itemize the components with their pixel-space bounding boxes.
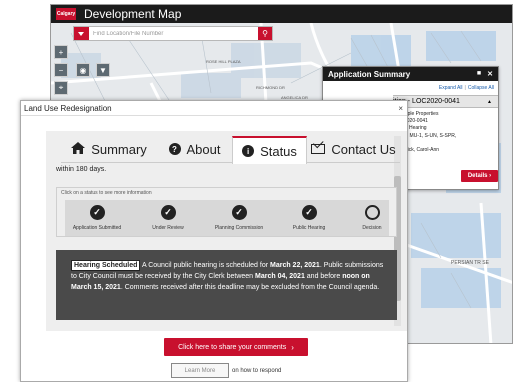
- map-titlebar: Calgary Development Map: [51, 5, 512, 23]
- close-icon[interactable]: ✕: [487, 70, 493, 78]
- application-details: ltiple Properties 2020-0041 ic Hearing 1…: [404, 111, 456, 154]
- check-circle-icon: ✓: [89, 205, 105, 220]
- chevron-right-icon: ›: [489, 173, 492, 179]
- caret-up-icon: ▲: [487, 98, 492, 105]
- tab-status[interactable]: i Status: [232, 136, 307, 164]
- dialog-tabs: Summary ? About i Status Contact Us: [61, 136, 400, 164]
- share-comments-button[interactable]: Click here to share your comments ›: [164, 338, 308, 356]
- tab-contact-label: Contact Us: [331, 141, 396, 157]
- envelope-icon: [311, 144, 326, 154]
- chevron-right-icon: ›: [291, 342, 294, 352]
- details-button-label: Details: [467, 173, 488, 179]
- dialog-title: Land Use Redesignation: [24, 103, 112, 113]
- status-tracker: Click on a status to see more informatio…: [56, 187, 397, 237]
- status-step-application-submitted[interactable]: ✓ Application Submitted: [65, 200, 129, 231]
- tab-status-label: Status: [260, 143, 297, 159]
- hearing-scheduled-badge: Hearing Scheduled: [71, 260, 141, 271]
- question-circle-icon: ?: [168, 143, 181, 155]
- home-icon: [71, 141, 86, 157]
- detail-line: wick, Carol-Ann: [404, 147, 440, 154]
- tab-about[interactable]: ? About: [157, 136, 232, 162]
- detail-line: 1, MU-1, S-UN, S-SPR,: [404, 132, 457, 139]
- zoom-out-button[interactable]: −: [54, 63, 68, 77]
- status-step-label: Public Hearing: [292, 225, 326, 231]
- share-comments-label: Click here to share your comments: [178, 343, 287, 351]
- status-step-label: Planning Commission: [214, 225, 264, 231]
- filter-icon: ▼: [99, 65, 107, 75]
- notice-date: March 22, 2021: [270, 262, 320, 269]
- detail-line: ltiple Properties: [404, 111, 439, 117]
- location-search-input[interactable]: [89, 27, 258, 40]
- check-circle-icon: ✓: [301, 205, 317, 220]
- notice-date: March 04, 2021: [255, 273, 305, 280]
- search-icon: ⚲: [262, 29, 268, 38]
- empty-circle-icon: [364, 205, 380, 220]
- map-label-persian: PERSIAN TR SE: [451, 260, 489, 266]
- status-step-label: Under Review: [152, 225, 184, 231]
- tab-about-label: About: [186, 141, 221, 157]
- map-label-richmond: RICHMOND DR: [256, 85, 285, 90]
- minus-icon: −: [58, 65, 64, 75]
- learn-more-row: Learn More on how to respond: [171, 363, 281, 378]
- status-step-public-hearing[interactable]: ✓ Public Hearing: [277, 200, 341, 231]
- zoom-in-button[interactable]: +: [54, 45, 68, 59]
- learn-more-suffix: on how to respond: [232, 367, 282, 374]
- expand-collapse-links: Expand All | Collapse All: [439, 85, 494, 91]
- search-button[interactable]: ⚲: [258, 27, 272, 40]
- search-type-dropdown[interactable]: [74, 27, 89, 40]
- notice-text: . Comments received after this deadline …: [120, 284, 380, 291]
- tab-summary[interactable]: Summary: [61, 136, 157, 162]
- application-summary-title: Application Summary: [328, 69, 411, 79]
- location-search-bar: ⚲: [73, 26, 273, 41]
- locate-button[interactable]: ⌖: [54, 81, 68, 95]
- layers-button[interactable]: ◉: [76, 63, 90, 77]
- info-circle-icon: i: [242, 145, 255, 157]
- status-step-label: Decision: [362, 225, 382, 231]
- check-circle-icon: ✓: [160, 205, 176, 220]
- hearing-notice: Hearing Scheduled A Council public heari…: [56, 250, 397, 320]
- details-button[interactable]: Details ›: [461, 170, 498, 182]
- application-record-row[interactable]: ition - LOC2020-0041 ▲: [393, 95, 498, 108]
- plus-icon: +: [58, 47, 64, 57]
- map-label-rose-hill: ROSE HILL PLAZA: [206, 59, 241, 64]
- map-title: Development Map: [84, 7, 182, 21]
- collapse-all-link[interactable]: Collapse All: [468, 85, 494, 91]
- city-logo: Calgary: [56, 8, 76, 20]
- layers-icon: ◉: [79, 65, 87, 75]
- dialog-header: Land Use Redesignation ×: [21, 101, 407, 116]
- detail-line: r: [404, 140, 456, 147]
- application-summary-header: Application Summary ■ ✕: [323, 67, 498, 81]
- filter-button[interactable]: ▼: [96, 63, 110, 77]
- minimize-icon[interactable]: ■: [477, 70, 481, 78]
- status-step-label: Application Submitted: [72, 225, 122, 231]
- link-separator: |: [464, 85, 466, 91]
- status-steps: ✓ Application Submitted ✓ Under Review ✓…: [65, 200, 389, 236]
- status-step-planning-commission[interactable]: ✓ Planning Commission: [207, 200, 271, 231]
- detail-line: 2020-0041: [404, 118, 428, 125]
- tab-summary-label: Summary: [91, 141, 147, 157]
- dialog-close-button[interactable]: ×: [398, 104, 403, 113]
- notice-text: and before: [304, 273, 343, 280]
- status-step-under-review[interactable]: ✓ Under Review: [136, 200, 200, 231]
- locate-icon: ⌖: [58, 83, 64, 92]
- status-hint: Click on a status to see more informatio…: [61, 190, 152, 196]
- learn-more-button[interactable]: Learn More: [171, 363, 229, 378]
- tab-contact-us[interactable]: Contact Us: [307, 136, 400, 162]
- land-use-redesignation-dialog: Land Use Redesignation × Summary ? About…: [20, 100, 408, 382]
- check-circle-icon: ✓: [231, 205, 247, 220]
- timeline-text: within 180 days.: [56, 166, 107, 173]
- status-step-decision[interactable]: Decision: [340, 200, 404, 231]
- detail-line: ic Hearing: [404, 125, 427, 132]
- notice-text: A Council public hearing is scheduled fo…: [140, 262, 270, 269]
- expand-all-link[interactable]: Expand All: [439, 85, 463, 91]
